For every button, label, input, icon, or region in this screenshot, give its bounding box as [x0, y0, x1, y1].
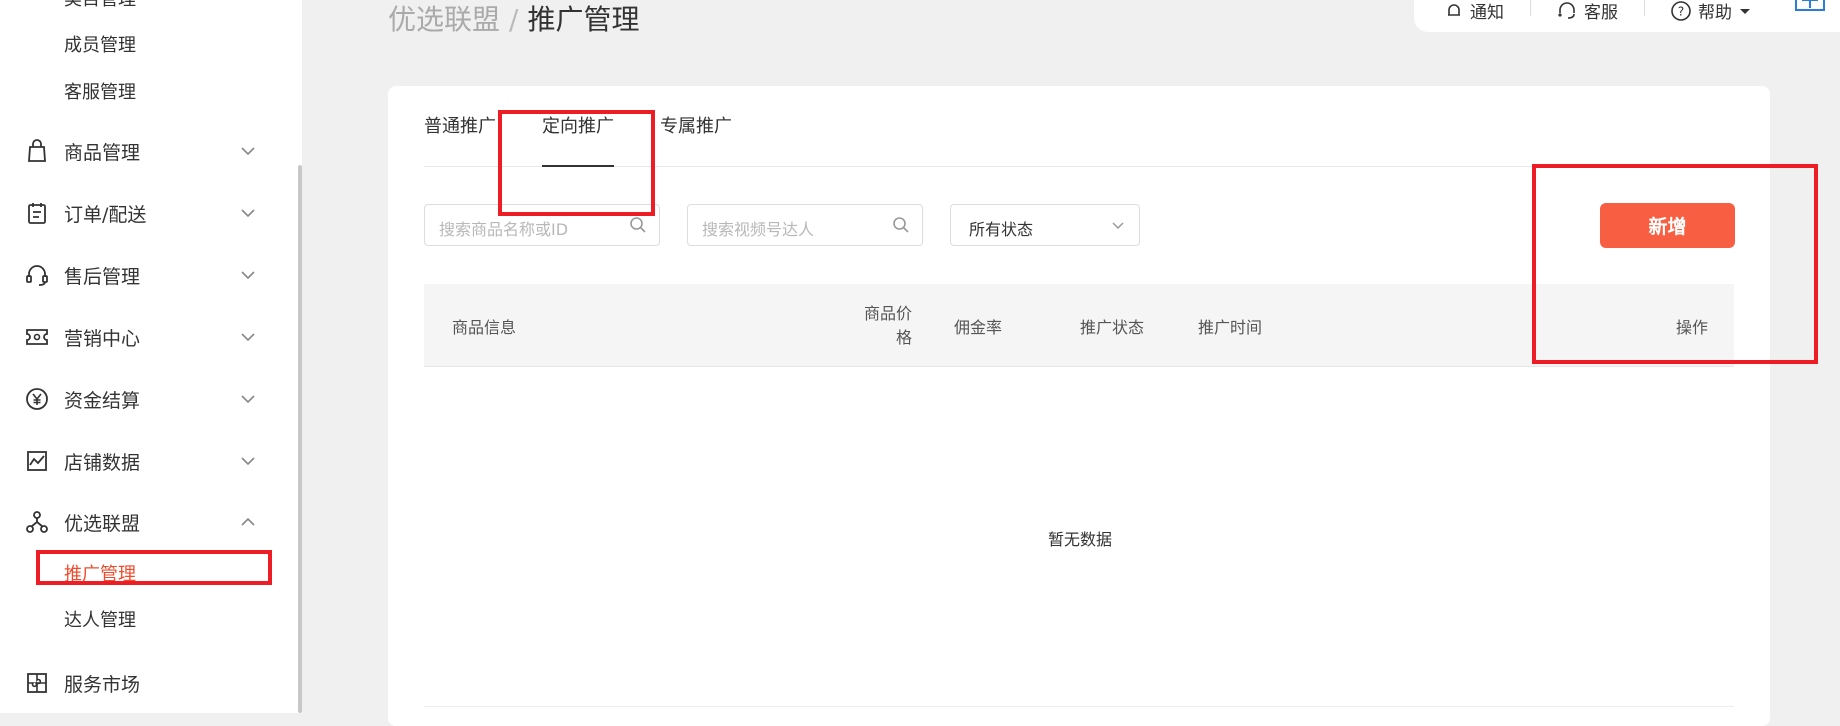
notify-button[interactable]: 通知: [1444, 0, 1504, 23]
breadcrumb-parent[interactable]: 优选联盟: [388, 3, 500, 36]
help-label: 帮助: [1698, 3, 1732, 23]
status-select-value: 所有状态: [969, 220, 1034, 239]
empty-state-text: 暂无数据: [1048, 530, 1113, 549]
status-select[interactable]: 所有状态: [950, 204, 1140, 246]
yuan-circle-icon: [24, 386, 50, 412]
notify-label: 通知: [1470, 3, 1504, 23]
sidebar-item-label: 资金结算: [64, 389, 141, 412]
caret-down-icon: [1740, 8, 1750, 14]
column-header-status: 推广状态: [1080, 318, 1145, 337]
sidebar-item-talent-management[interactable]: 达人管理: [64, 609, 136, 633]
top-toolbar: 通知 客服 ? 帮助: [1414, 0, 1840, 32]
tab-exclusive-promotion[interactable]: 专属推广: [660, 112, 732, 138]
sidebar-item-alliance[interactable]: 优选联盟: [24, 502, 264, 542]
alliance-icon: [24, 509, 50, 535]
chevron-down-icon: [241, 271, 255, 280]
column-header-commission: 佣金率: [954, 318, 1003, 337]
sidebar-item-products[interactable]: 商品管理: [24, 131, 264, 171]
sidebar-item-after-sales[interactable]: 售后管理: [24, 255, 264, 295]
chevron-down-icon: [241, 333, 255, 342]
service-button[interactable]: 客服: [1556, 0, 1618, 23]
sidebar-item-category[interactable]: 类目管理: [64, 0, 136, 12]
sidebar-item-label: 售后管理: [64, 265, 141, 288]
chevron-down-icon: [1112, 222, 1124, 230]
order-list-icon: [24, 200, 50, 226]
sidebar-item-store-data[interactable]: 店铺数据: [24, 441, 264, 481]
column-header-product-info: 商品信息: [452, 318, 517, 337]
sidebar-scrollbar[interactable]: [298, 165, 302, 713]
tab-normal-promotion[interactable]: 普通推广: [424, 112, 496, 138]
sidebar-item-customer-service[interactable]: 客服管理: [64, 81, 136, 105]
bell-icon: [1448, 3, 1460, 16]
ticket-icon: [24, 324, 50, 350]
chevron-down-icon: [241, 457, 255, 466]
annotation-box-add-button: [1532, 164, 1818, 364]
toolbar-divider: [1644, 0, 1645, 16]
brand-logo: [1790, 0, 1830, 21]
talent-search-placeholder: 搜索视频号达人: [702, 220, 815, 239]
sidebar-item-label: 商品管理: [64, 141, 141, 164]
search-icon[interactable]: [629, 216, 647, 234]
search-icon[interactable]: [892, 216, 910, 234]
breadcrumb-separator: /: [509, 3, 519, 36]
help-icon: ?: [1671, 0, 1691, 21]
sidebar-item-label: 服务市场: [64, 673, 141, 696]
annotation-box-sidebar: [36, 550, 272, 585]
column-header-price-line2: 格: [895, 328, 912, 347]
chevron-down-icon: [241, 395, 255, 404]
product-search-placeholder: 搜索商品名称或ID: [439, 220, 569, 239]
sidebar-item-label: 营销中心: [64, 327, 141, 350]
sidebar-item-orders[interactable]: 订单/配送: [24, 193, 264, 233]
svg-text:?: ?: [1678, 4, 1684, 18]
table-bottom-border: [424, 706, 1734, 707]
column-header-time: 推广时间: [1198, 318, 1263, 337]
talent-search-input[interactable]: 搜索视频号达人: [687, 204, 923, 246]
chevron-up-icon: [241, 517, 255, 526]
page-title: 推广管理: [527, 3, 640, 36]
shopping-bag-icon: [24, 138, 50, 164]
help-button[interactable]: ? 帮助: [1670, 0, 1752, 23]
column-header-price-line1: 商品价: [863, 304, 912, 323]
chevron-down-icon: [241, 209, 255, 218]
sidebar-item-label: 优选联盟: [64, 512, 141, 535]
headset-icon: [1558, 1, 1575, 19]
sidebar-item-settlement[interactable]: 资金结算: [24, 379, 264, 419]
sidebar-item-label: 店铺数据: [64, 451, 141, 474]
sidebar-item-marketing[interactable]: 营销中心: [24, 317, 264, 357]
column-header-price: 商品价 格: [842, 302, 912, 350]
sidebar-item-label: 订单/配送: [64, 203, 147, 226]
puzzle-icon: [24, 670, 50, 696]
chevron-down-icon: [241, 147, 255, 156]
sidebar-item-service-market[interactable]: 服务市场: [24, 663, 264, 703]
sidebar-item-members[interactable]: 成员管理: [64, 34, 136, 58]
headset-icon: [24, 262, 50, 288]
breadcrumb: 优选联盟 / 推广管理: [388, 2, 639, 38]
service-label: 客服: [1584, 3, 1618, 23]
annotation-box-tab: [498, 110, 655, 216]
toolbar-divider: [1530, 0, 1531, 16]
sidebar: 类目管理 成员管理 客服管理 商品管理 订单/配送 售后管理 营销中心: [0, 0, 302, 713]
chart-icon: [24, 448, 50, 474]
